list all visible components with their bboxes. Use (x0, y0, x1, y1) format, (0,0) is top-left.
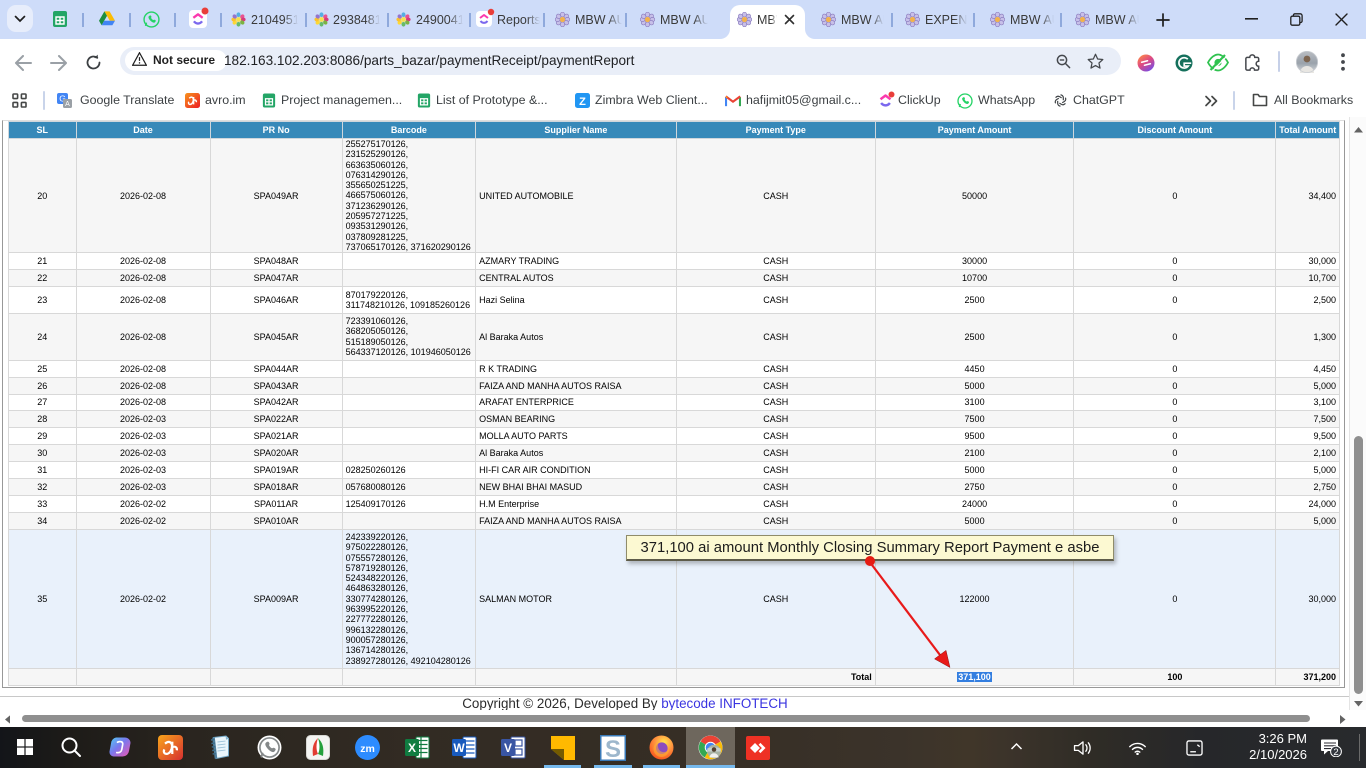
svg-text:X: X (408, 741, 416, 755)
svg-text:zm: zm (360, 743, 375, 755)
svg-text:S: S (605, 736, 621, 761)
svg-text:A: A (65, 101, 70, 108)
svg-text:W: W (453, 741, 465, 755)
svg-text:Z: Z (579, 96, 586, 108)
svg-text:2: 2 (1333, 747, 1338, 757)
svg-text:V: V (504, 741, 512, 755)
